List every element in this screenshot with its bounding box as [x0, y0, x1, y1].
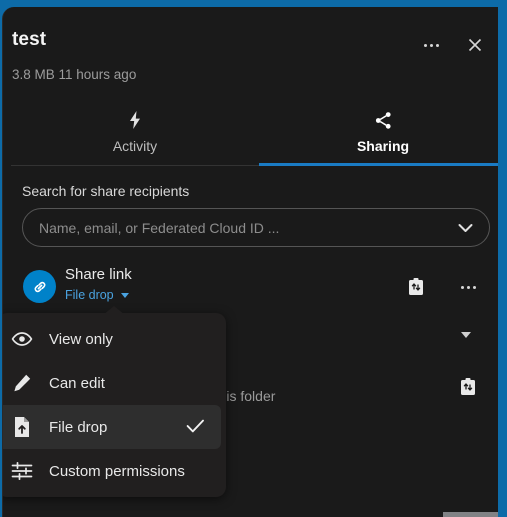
- copy-link-button[interactable]: [400, 271, 432, 303]
- eye-icon: [9, 331, 35, 347]
- sharing-sidebar-panel: test 3.8 MB 11 hours ago Activity Sharin…: [2, 7, 498, 517]
- search-label: Search for share recipients: [22, 183, 190, 199]
- share-link-row: Share link File drop: [3, 265, 498, 313]
- menu-item-label: File drop: [49, 418, 108, 436]
- tab-sharing-label: Sharing: [356, 138, 410, 154]
- internal-share-chevron-down-icon[interactable]: [461, 332, 471, 338]
- lightning-bolt-icon: [127, 107, 143, 133]
- chevron-down-icon: [120, 292, 129, 298]
- header-more-button[interactable]: [416, 30, 446, 60]
- chevron-down-icon[interactable]: [458, 223, 473, 233]
- share-nodes-icon: [374, 107, 393, 133]
- panel-header: test 3.8 MB 11 hours ago: [3, 7, 498, 93]
- page-title: test: [12, 29, 47, 50]
- file-upload-icon: [9, 416, 35, 438]
- close-icon: [468, 38, 482, 52]
- file-meta: 3.8 MB 11 hours ago: [12, 67, 137, 82]
- link-icon: [34, 281, 45, 292]
- menu-item-label: Can edit: [49, 374, 105, 392]
- copy-clipboard-icon: [461, 378, 475, 395]
- share-link-permission-selector[interactable]: File drop: [65, 288, 129, 302]
- pencil-icon: [9, 373, 35, 393]
- avatar: [23, 270, 56, 303]
- close-button[interactable]: [460, 30, 490, 60]
- sliders-icon: [9, 461, 35, 481]
- menu-item-view-only[interactable]: View only: [3, 317, 221, 361]
- search-recipients-field[interactable]: [22, 208, 490, 247]
- menu-item-label: View only: [49, 330, 113, 348]
- share-link-more-button[interactable]: [452, 271, 484, 303]
- tab-bar: Activity Sharing: [3, 99, 498, 167]
- ellipsis-icon: [460, 285, 476, 289]
- menu-item-label: Custom permissions: [49, 462, 185, 480]
- copy-clipboard-icon: [409, 278, 423, 295]
- menu-item-can-edit[interactable]: Can edit: [3, 361, 221, 405]
- tab-activity[interactable]: Activity: [11, 99, 259, 165]
- ellipsis-icon: [423, 43, 439, 47]
- share-link-permission-label: File drop: [65, 288, 114, 302]
- search-input[interactable]: [39, 219, 458, 236]
- tab-activity-label: Activity: [112, 138, 158, 154]
- menu-pointer-caret: [103, 306, 125, 315]
- permission-dropdown-menu: View only Can edit File drop Custom perm…: [3, 313, 226, 497]
- menu-item-file-drop[interactable]: File drop: [3, 405, 221, 449]
- tab-sharing[interactable]: Sharing: [259, 99, 498, 165]
- internal-share-copy-button[interactable]: [452, 371, 484, 403]
- menu-item-custom-permissions[interactable]: Custom permissions: [3, 449, 221, 493]
- check-icon: [186, 418, 205, 434]
- tab-active-indicator: [259, 163, 498, 166]
- window-bottom-accent: [443, 512, 498, 517]
- app-window: test 3.8 MB 11 hours ago Activity Sharin…: [0, 0, 507, 517]
- share-link-title: Share link: [65, 266, 132, 283]
